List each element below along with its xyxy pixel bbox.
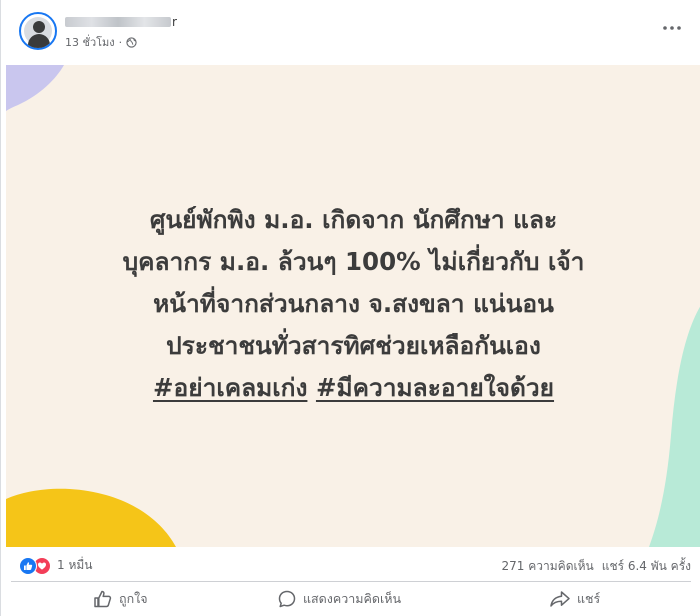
comment-icon <box>278 590 296 608</box>
author-name[interactable]: r <box>65 14 177 30</box>
hashtag-line: #อย่าเคลมเก่ง #มีความละอายใจด้วย <box>6 367 700 409</box>
reaction-count: 1 หมื่น <box>57 558 93 572</box>
author-name-blurred <box>65 17 171 27</box>
post-text-line: ศูนย์พักพิง ม.อ. เกิดจาก นักศึกษา และ <box>149 205 558 234</box>
like-label: ถูกใจ <box>119 591 148 606</box>
like-button[interactable]: ถูกใจ <box>93 588 148 610</box>
share-icon <box>550 591 570 607</box>
post-text-line: ประชาชนทั่วสารทิศช่วยเหลือกันเอง <box>166 331 541 360</box>
post-timestamp[interactable]: 13 ชั่วโมง <box>65 33 115 51</box>
globe-icon[interactable] <box>126 36 137 48</box>
engagement-counts: 271 ความคิดเห็น แชร์ 6.4 พัน ครั้ง <box>494 557 691 576</box>
comment-button[interactable]: แสดงความคิดเห็น <box>277 588 401 610</box>
post-stats: 1 หมื่น 271 ความคิดเห็น แชร์ 6.4 พัน ครั… <box>1 548 700 582</box>
hashtag-link[interactable]: #อย่าเคลมเก่ง <box>153 373 307 402</box>
post-text: ศูนย์พักพิง ม.อ. เกิดจาก นักศึกษา และ บุ… <box>6 199 700 409</box>
share-button[interactable]: แชร์ <box>549 588 600 610</box>
comment-count[interactable]: 271 ความคิดเห็น <box>502 557 594 576</box>
avatar-image <box>24 17 52 48</box>
decorative-purple-shape <box>6 65 64 111</box>
post-text-line: หน้าที่จากส่วนกลาง จ.สงขลา แน่นอน <box>153 289 554 318</box>
thumbs-up-icon <box>94 590 112 608</box>
meta-separator: · <box>118 35 123 49</box>
more-options-icon <box>663 26 681 30</box>
share-label: แชร์ <box>577 591 601 606</box>
post-meta: 13 ชั่วโมง · <box>65 35 137 49</box>
decorative-yellow-shape <box>6 488 176 547</box>
like-reaction-icon <box>19 556 37 575</box>
facebook-post: r 13 ชั่วโมง · ศูนย์พักพิง ม.อ. เกิดจาก … <box>0 0 700 616</box>
share-count[interactable]: แชร์ 6.4 พัน ครั้ง <box>602 557 691 576</box>
text-background-card: ศูนย์พักพิง ม.อ. เกิดจาก นักศึกษา และ บุ… <box>6 65 700 547</box>
comment-label: แสดงความคิดเห็น <box>303 591 402 606</box>
post-header: r 13 ชั่วโมง · <box>1 0 700 64</box>
reactions-summary[interactable]: 1 หมื่น <box>19 556 92 575</box>
post-actions: ถูกใจ แสดงความคิดเห็น แชร์ <box>1 582 700 616</box>
avatar[interactable] <box>19 12 57 50</box>
more-options-button[interactable] <box>661 20 683 36</box>
post-text-line: บุคลากร ม.อ. ล้วนๆ 100% ไม่เกี่ยวกับ เจ้… <box>122 247 585 276</box>
hashtag-link[interactable]: #มีความละอายใจด้วย <box>316 373 554 402</box>
author-name-tail: r <box>172 15 177 29</box>
